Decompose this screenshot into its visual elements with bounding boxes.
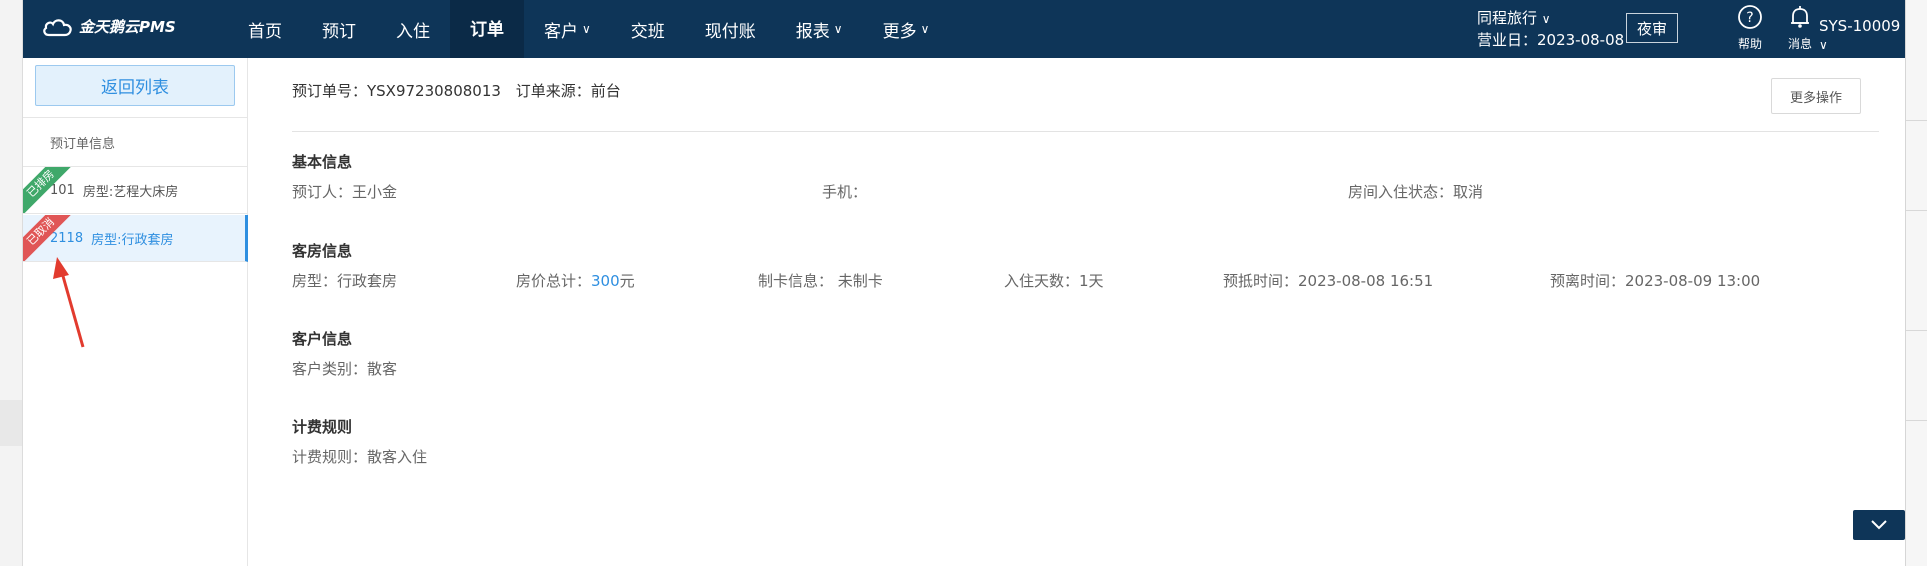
svg-text:?: ? — [1746, 10, 1753, 26]
top-navigation-bar: 金天鹅云PMS 首页 预订 入住 订单 客户 ∨ 交班 现付账 报表 ∨ 更多 ∨ 同… — [23, 0, 1905, 58]
background-window-right — [1905, 0, 1927, 566]
total-price-label: 房价总计： — [516, 272, 592, 290]
nav-checkin[interactable]: 入住 — [376, 0, 450, 58]
nav-label: 更多 — [882, 21, 917, 42]
nav-label: 现付账 — [704, 21, 756, 42]
nav-shift[interactable]: 交班 — [611, 0, 685, 58]
arrival-time-field: 预抵时间：2023-08-08 16:51 — [1223, 272, 1434, 290]
nav-home[interactable]: 首页 — [228, 0, 302, 58]
card-info-field: 制卡信息： 未制卡 — [758, 272, 883, 290]
nav-label: 交班 — [630, 21, 665, 42]
room-list-item[interactable]: 已排房 101 房型:艺程大床房 — [23, 167, 248, 214]
billing-rule-field: 计费规则：散客入住 — [292, 448, 428, 466]
phone-field: 手机： — [822, 183, 868, 201]
cloud-logo-icon — [43, 18, 72, 36]
chevron-down-icon: ∨ — [833, 22, 843, 36]
night-audit-button[interactable]: 夜审 — [1626, 13, 1678, 43]
room-number: 101 — [50, 182, 75, 198]
total-price-unit: 元 — [619, 272, 635, 290]
room-type: 房型:艺程大床房 — [82, 184, 179, 200]
user-menu[interactable]: SYS-10009 ∨ — [1819, 17, 1905, 53]
order-number: 预订单号：YSX97230808013 — [292, 82, 501, 100]
chevron-down-icon: ∨ — [1541, 12, 1551, 26]
order-detail-panel: 预订单号：YSX97230808013 订单来源：前台 更多操作 基本信息 预订… — [248, 58, 1905, 566]
main-nav: 首页 预订 入住 订单 客户 ∨ 交班 现付账 报表 ∨ 更多 ∨ — [228, 0, 949, 58]
hotel-name: 同程旅行 — [1477, 9, 1538, 27]
departure-time-field: 预离时间：2023-08-09 13:00 — [1550, 272, 1761, 290]
room-type: 房型:行政套房 — [91, 232, 174, 248]
help-button[interactable]: ? 帮助 — [1730, 4, 1770, 52]
scroll-down-button[interactable] — [1853, 510, 1905, 540]
total-price-value[interactable]: 300 — [591, 272, 620, 290]
chevron-down-icon: ∨ — [920, 22, 930, 36]
divider — [292, 131, 1879, 132]
nav-label: 报表 — [795, 21, 830, 42]
help-icon: ? — [1738, 5, 1762, 29]
order-header: 预订单号：YSX97230808013 订单来源：前台 — [292, 80, 631, 101]
messages-label: 消息 — [1787, 37, 1812, 51]
nav-label: 入住 — [396, 21, 430, 42]
room-type-field: 房型：行政套房 — [292, 272, 398, 290]
room-number: 2118 — [50, 230, 84, 246]
section-title-billing-rules: 计费规则 — [292, 418, 353, 436]
section-title-customer-info: 客户信息 — [292, 330, 353, 348]
background-line — [1906, 210, 1927, 211]
red-arrow-annotation-icon — [53, 257, 85, 348]
chevron-down-icon: ∨ — [582, 22, 591, 36]
customer-category-field: 客户类别：散客 — [292, 360, 398, 378]
nav-label: 预订 — [322, 21, 356, 42]
background-block — [0, 400, 22, 446]
checkin-status-field: 房间入住状态：取消 — [1348, 183, 1484, 201]
nav-customers[interactable]: 客户 ∨ — [524, 0, 611, 58]
app-logo[interactable]: 金天鹅云PMS — [41, 16, 176, 37]
background-line — [1906, 330, 1927, 331]
nights-field: 入住天数：1天 — [1004, 272, 1104, 290]
order-source: 订单来源：前台 — [515, 82, 621, 100]
chevron-down-icon: ∨ — [1819, 38, 1828, 52]
nav-label: 客户 — [544, 21, 578, 42]
pms-app: 金天鹅云PMS 首页 预订 入住 订单 客户 ∨ 交班 现付账 报表 ∨ 更多 ∨ 同… — [23, 0, 1905, 566]
back-to-list-button[interactable]: 返回列表 — [35, 65, 235, 106]
background-line — [1906, 420, 1927, 421]
nav-reservation[interactable]: 预订 — [302, 0, 376, 58]
bell-icon — [1791, 6, 1809, 28]
app-logo-text: 金天鹅云PMS — [79, 18, 176, 36]
nav-orders[interactable]: 订单 — [450, 0, 524, 58]
business-date: 营业日：2023-08-08 — [1477, 31, 1625, 49]
nav-label: 首页 — [248, 21, 282, 42]
section-title-room-info: 客房信息 — [292, 242, 353, 260]
chevron-down-icon — [1871, 520, 1887, 530]
section-title-basic-info: 基本信息 — [292, 153, 353, 171]
nav-more[interactable]: 更多 ∨ — [863, 0, 950, 58]
total-price-field: 房价总计：300元 — [516, 270, 635, 291]
sidebar-section-reservation-info[interactable]: 预订单信息 — [23, 117, 248, 167]
nav-reports[interactable]: 报表 ∨ — [776, 0, 863, 58]
user-name: SYS-10009 — [1819, 17, 1901, 35]
booker-field: 预订人：王小金 — [292, 183, 398, 201]
hotel-selector[interactable]: 同程旅行 ∨ 营业日：2023-08-08 — [1477, 8, 1624, 51]
nav-cash-account[interactable]: 现付账 — [685, 0, 776, 58]
more-actions-button[interactable]: 更多操作 — [1771, 78, 1861, 114]
nav-label: 订单 — [470, 20, 504, 40]
messages-button[interactable]: 消息 — [1780, 4, 1820, 52]
help-label: 帮助 — [1737, 37, 1762, 51]
background-line — [1906, 120, 1927, 121]
background-window-left — [0, 0, 23, 566]
